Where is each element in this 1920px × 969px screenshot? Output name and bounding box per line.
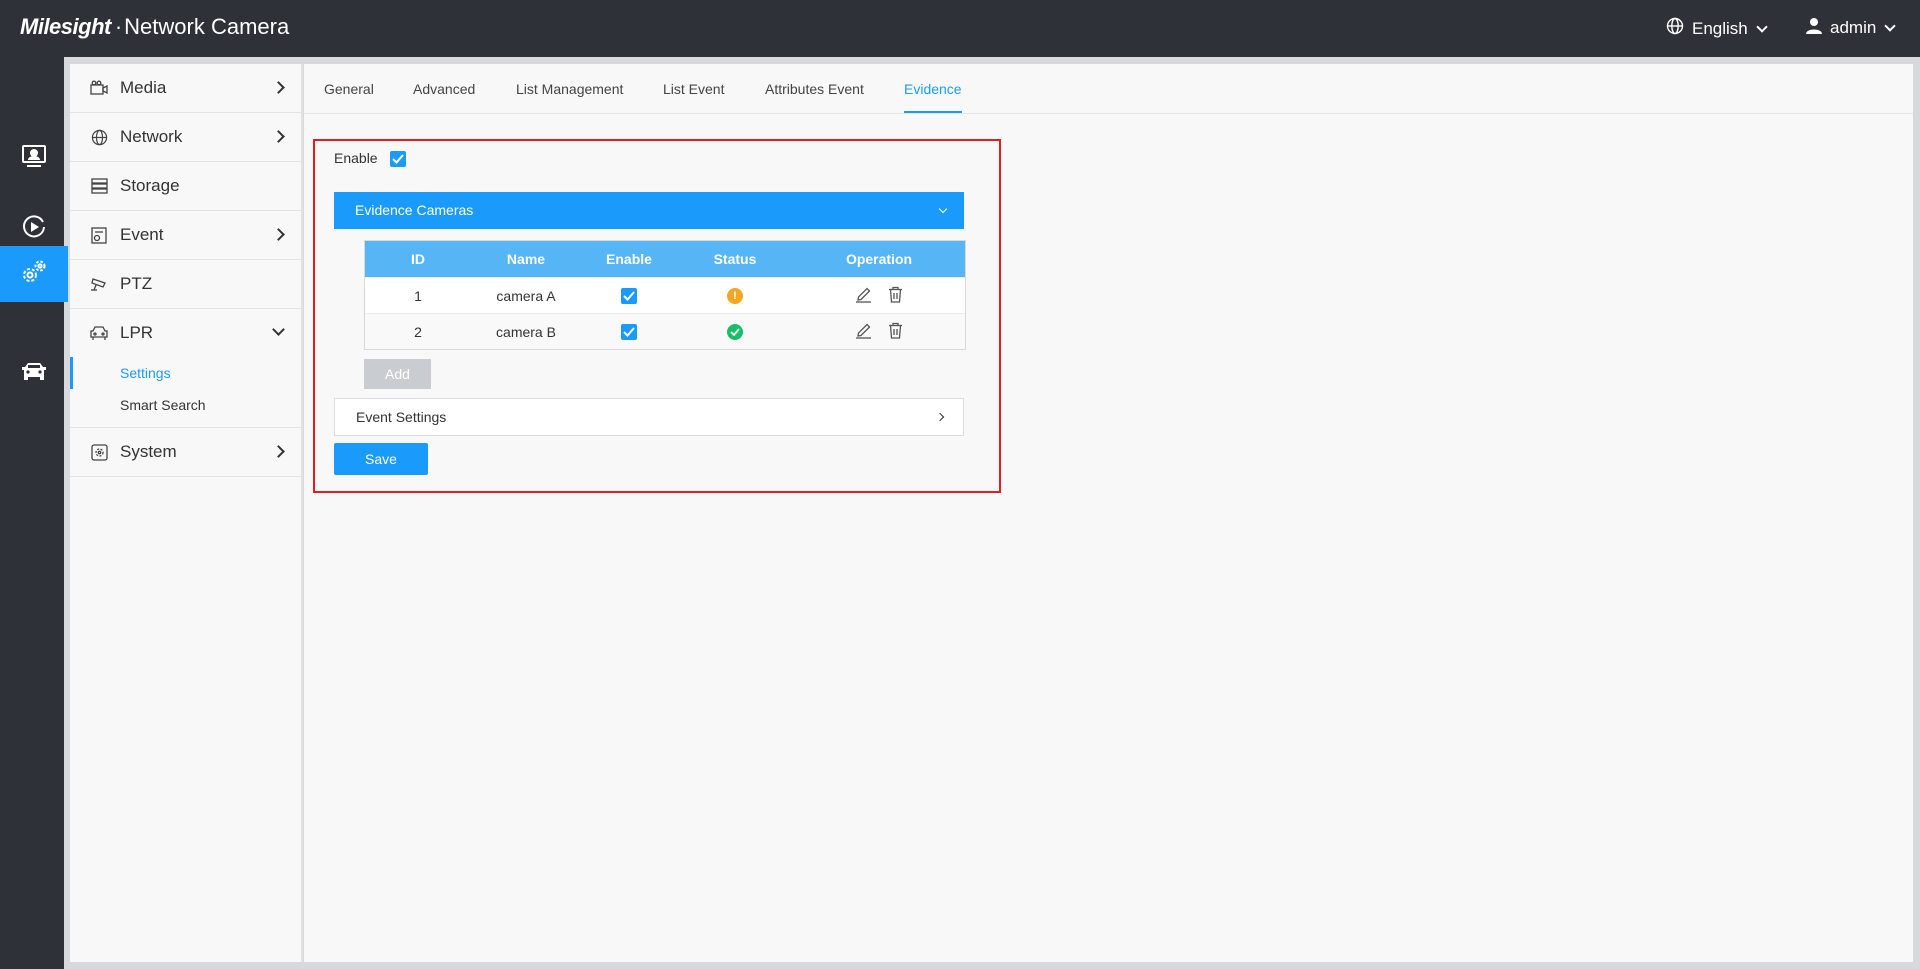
evidence-cameras-header[interactable]: Evidence Cameras — [334, 192, 964, 229]
sidebar-subitem-settings[interactable]: Settings — [70, 357, 301, 389]
chevron-down-icon — [272, 323, 285, 336]
enable-checkbox[interactable] — [390, 151, 406, 167]
sidebar-item-label: Media — [120, 78, 167, 97]
icon-rail — [0, 57, 68, 969]
storage-icon — [90, 177, 108, 195]
evidence-cameras-table: ID Name Enable Status Operation 1 camera… — [364, 240, 966, 350]
sidebar-item-label: Storage — [120, 176, 180, 195]
car-icon — [20, 361, 48, 390]
row-enable-checkbox[interactable] — [621, 287, 637, 304]
row-name: camera B — [496, 323, 556, 340]
tab-attributes-event[interactable]: Attributes Event — [765, 81, 864, 97]
chevron-down-icon — [938, 204, 948, 214]
event-settings-label: Event Settings — [356, 409, 447, 425]
sidebar-item-label: Event — [120, 225, 164, 244]
edit-icon[interactable] — [855, 322, 872, 342]
enable-label: Enable — [334, 150, 378, 166]
table-row: 2 camera B — [365, 313, 965, 349]
top-bar: Milesight ·Network Camera English admin — [0, 0, 1920, 57]
column-header-operation: Operation — [845, 251, 913, 267]
globe-icon — [90, 128, 108, 146]
column-header-enable: Enable — [606, 251, 652, 267]
delete-icon[interactable] — [888, 286, 903, 306]
warning-status-icon: ! — [727, 287, 743, 304]
chevron-down-icon — [1884, 20, 1896, 32]
sidebar-item-label: System — [120, 442, 177, 461]
user-name: admin — [1830, 18, 1877, 37]
monitor-icon — [21, 144, 47, 173]
chevron-right-icon — [272, 130, 285, 143]
chevron-down-icon — [1756, 20, 1768, 33]
language-label: English — [1692, 18, 1748, 38]
panel-title: Evidence Cameras — [355, 202, 474, 218]
row-name: camera A — [496, 287, 556, 304]
table-row: 1 camera A ! — [365, 277, 965, 313]
ptz-icon — [90, 275, 108, 293]
play-circle-icon — [21, 214, 47, 245]
user-menu[interactable]: admin — [1806, 17, 1896, 39]
car-icon — [90, 324, 108, 342]
tab-bar: General Advanced List Management List Ev… — [304, 64, 1913, 114]
delete-icon[interactable] — [888, 322, 903, 342]
sidebar-item-network[interactable]: Network — [70, 113, 301, 162]
sidebar-item-lpr[interactable]: LPR — [70, 309, 301, 357]
tab-general[interactable]: General — [324, 81, 374, 97]
row-enable-checkbox[interactable] — [621, 323, 637, 340]
sidebar-item-system[interactable]: System — [70, 428, 301, 477]
add-button[interactable]: Add — [364, 359, 431, 389]
rail-live-view[interactable] — [0, 130, 68, 186]
tab-list-management[interactable]: List Management — [516, 81, 623, 97]
sidebar-item-ptz[interactable]: PTZ — [70, 260, 301, 309]
tab-list-event[interactable]: List Event — [663, 81, 724, 97]
row-id: 1 — [414, 287, 422, 304]
app-logo: Milesight ·Network Camera — [20, 14, 290, 39]
chevron-right-icon — [935, 412, 945, 422]
event-settings-header[interactable]: Event Settings — [334, 398, 964, 436]
event-icon — [90, 226, 108, 244]
sidebar-item-storage[interactable]: Storage — [70, 162, 301, 211]
sidebar-item-label: Network — [120, 127, 183, 146]
tab-advanced[interactable]: Advanced — [413, 81, 475, 97]
row-id: 2 — [414, 323, 422, 340]
system-icon — [90, 443, 108, 461]
camera-icon — [90, 79, 108, 97]
tab-evidence[interactable]: Evidence — [904, 81, 962, 113]
column-header-status: Status — [713, 251, 757, 267]
user-icon — [1806, 17, 1822, 39]
product-name: Network Camera — [124, 14, 290, 39]
table-header: ID Name Enable Status Operation — [365, 241, 965, 277]
ok-status-icon — [727, 323, 743, 340]
sidebar-item-label: LPR — [120, 323, 154, 342]
sidebar-subitem-smart-search[interactable]: Smart Search — [70, 389, 301, 421]
brand-name: Milesight — [20, 14, 111, 39]
sidebar-item-event[interactable]: Event — [70, 211, 301, 260]
lpr-submenu: Settings Smart Search — [70, 357, 301, 428]
language-selector[interactable]: English — [1666, 17, 1768, 40]
rail-lpr[interactable] — [0, 347, 68, 403]
sidebar-item-media[interactable]: Media — [70, 64, 301, 113]
save-button[interactable]: Save — [334, 443, 428, 475]
settings-menu: Media Network Storage Event PTZ LPR Sett… — [70, 64, 303, 962]
gears-icon — [19, 257, 49, 292]
column-header-name: Name — [506, 251, 546, 267]
globe-icon — [1666, 17, 1684, 40]
chevron-right-icon — [272, 228, 285, 241]
column-header-id: ID — [411, 251, 425, 267]
chevron-right-icon — [272, 445, 285, 458]
sidebar-item-label: PTZ — [120, 274, 153, 293]
edit-icon[interactable] — [855, 286, 872, 306]
rail-settings[interactable] — [0, 246, 68, 302]
chevron-right-icon — [272, 81, 285, 94]
